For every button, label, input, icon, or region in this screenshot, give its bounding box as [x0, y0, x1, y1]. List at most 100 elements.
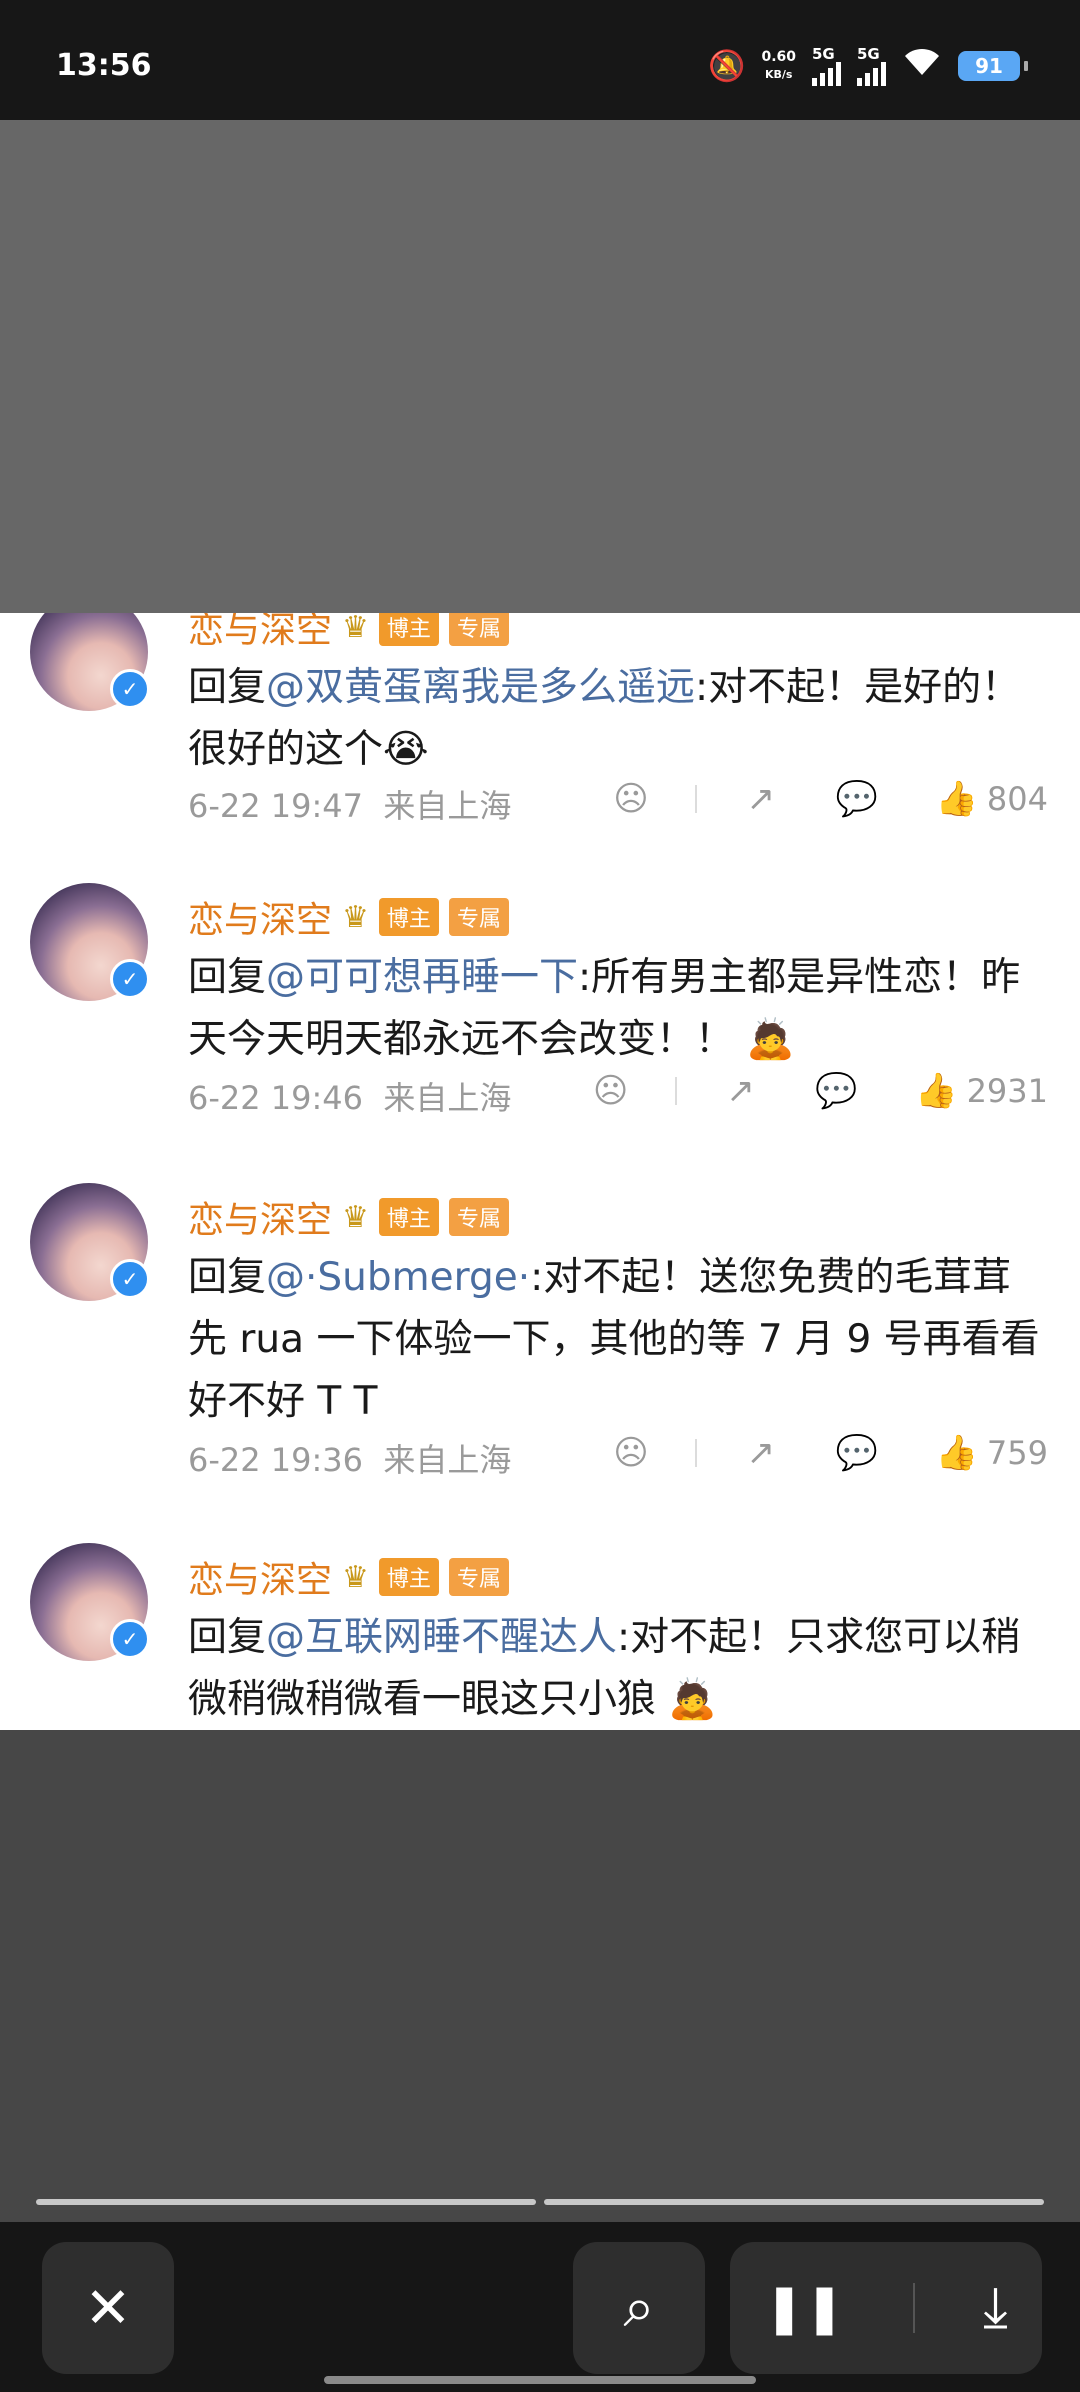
pause-icon[interactable]: ❚❚	[764, 2280, 844, 2336]
scan-button[interactable]: ⌕	[573, 2242, 705, 2374]
like-count: 759	[986, 1434, 1048, 1472]
comment-header: 恋与深空 ♛ 博主 专属	[188, 1191, 509, 1243]
download-icon[interactable]: ⤓	[983, 2275, 1008, 2341]
scan-icon: ⌕	[623, 2275, 655, 2340]
comment-icon[interactable]: 💬	[807, 1071, 867, 1111]
divider	[912, 2283, 915, 2333]
divider	[694, 1439, 697, 1467]
share-icon[interactable]: ↗	[731, 779, 791, 819]
home-indicator[interactable]	[324, 2376, 756, 2384]
comment-meta: 6-22 19:46 来自上海	[188, 1073, 511, 1119]
username[interactable]: 恋与深空	[188, 891, 332, 943]
avatar[interactable]: ✓	[30, 883, 150, 1001]
mention-link[interactable]: @可可想再睡一下	[266, 955, 578, 1000]
signal-bars-icon	[812, 62, 841, 86]
comment-location: 来自上海	[383, 1441, 512, 1479]
comment-actions: ☹ ↗ 💬 👍 2931	[581, 1071, 1048, 1111]
like-icon[interactable]: 👍	[927, 779, 987, 819]
network-speed: 0.60 KB/s	[761, 48, 796, 84]
signal-1: 5G	[812, 46, 841, 86]
reply-prefix: 回复	[188, 955, 267, 1000]
verified-icon: ✓	[110, 1259, 150, 1299]
exclusive-badge: 专属	[448, 1558, 509, 1596]
username[interactable]: 恋与深空	[188, 613, 332, 653]
dislike-icon[interactable]: ☹	[601, 1433, 661, 1473]
username[interactable]: 恋与深空	[188, 1551, 332, 1603]
comment-location: 来自上海	[383, 787, 512, 825]
network-speed-unit: KB/s	[764, 68, 793, 81]
comment-meta: 6-22 19:47 来自上海	[188, 781, 511, 827]
like-count: 2931	[966, 1072, 1048, 1110]
like-icon[interactable]: 👍	[927, 1433, 987, 1473]
verified-icon: ✓	[110, 669, 150, 709]
comment-text: 回复@互联网睡不醒达人:对不起！只求您可以稍微稍微稍微看一眼这只小狼 🙇	[188, 1607, 1048, 1730]
wifi-icon	[902, 46, 942, 86]
comment-date: 6-22 19:46	[188, 1079, 364, 1117]
close-icon: ✕	[84, 2275, 132, 2341]
comment-actions: ☹ ↗ 💬 👍 759	[601, 1433, 1048, 1473]
page-indicator-1[interactable]	[36, 2199, 536, 2205]
blogger-badge: 博主	[378, 613, 439, 646]
blogger-badge: 博主	[378, 1558, 439, 1596]
network-speed-value: 0.60	[761, 49, 796, 65]
exclusive-badge: 专属	[448, 613, 509, 646]
signal-2-label: 5G	[857, 45, 880, 63]
comment-header: 恋与深空 ♛ 博主 专属	[188, 1551, 509, 1603]
battery-indicator: 91	[958, 51, 1028, 81]
reply-prefix: 回复	[188, 665, 267, 710]
status-time: 13:56	[56, 48, 152, 83]
signal-1-label: 5G	[812, 45, 835, 63]
comments-screenshot: ✓ 恋与深空 ♛ 博主 专属 回复@双黄蛋离我是多么遥远:对不起！是好的！很好的…	[0, 613, 1080, 1730]
bottom-toolbar: ✕ ⌕ ❚❚ ⤓	[0, 2222, 1080, 2392]
share-icon[interactable]: ↗	[731, 1433, 791, 1473]
dislike-icon[interactable]: ☹	[581, 1071, 641, 1111]
comment-icon[interactable]: 💬	[827, 779, 887, 819]
comment-meta: 6-22 19:36 来自上海	[188, 1435, 511, 1481]
mention-link[interactable]: @双黄蛋离我是多么遥远	[266, 665, 695, 710]
share-icon[interactable]: ↗	[711, 1071, 771, 1111]
comment-location: 来自上海	[383, 1079, 512, 1117]
divider	[694, 785, 697, 813]
comment-text: 回复@可可想再睡一下:所有男主都是异性恋！昨天今天明天都永远不会改变！！ 🙇	[188, 947, 1048, 1071]
username[interactable]: 恋与深空	[188, 1191, 332, 1243]
crown-icon: ♛	[342, 613, 369, 645]
comment-icon[interactable]: 💬	[827, 1433, 887, 1473]
reply-prefix: 回复	[188, 1615, 267, 1660]
like-icon[interactable]: 👍	[907, 1071, 967, 1111]
divider	[674, 1077, 677, 1105]
close-button[interactable]: ✕	[42, 2242, 174, 2374]
status-bar: 13:56 🔕 0.60 KB/s 5G 5G 91	[0, 0, 1080, 120]
image-preview-area-lower[interactable]	[0, 1730, 1080, 2222]
mute-bell-icon: 🔕	[708, 48, 746, 84]
exclusive-badge: 专属	[448, 898, 509, 936]
dislike-icon[interactable]: ☹	[601, 779, 661, 819]
comment-actions: ☹ ↗ 💬 👍 804	[601, 779, 1048, 819]
avatar[interactable]: ✓	[30, 613, 150, 711]
status-icons: 🔕 0.60 KB/s 5G 5G 91	[708, 40, 1028, 92]
avatar[interactable]: ✓	[30, 1543, 150, 1661]
reply-prefix: 回复	[188, 1255, 267, 1300]
exclusive-badge: 专属	[448, 1198, 509, 1236]
blogger-badge: 博主	[378, 898, 439, 936]
verified-icon: ✓	[110, 1619, 150, 1659]
page-indicator-2[interactable]	[544, 2199, 1044, 2205]
signal-2: 5G	[857, 46, 886, 86]
crown-icon: ♛	[342, 1199, 369, 1235]
avatar[interactable]: ✓	[30, 1183, 150, 1301]
comment-text: 回复@双黄蛋离我是多么遥远:对不起！是好的！很好的这个😭	[188, 657, 1048, 781]
comment-header: 恋与深空 ♛ 博主 专属	[188, 613, 509, 653]
like-count: 804	[986, 780, 1048, 818]
image-preview-area[interactable]	[0, 120, 1080, 613]
crown-icon: ♛	[342, 1559, 369, 1595]
comment-header: 恋与深空 ♛ 博主 专属	[188, 891, 509, 943]
blogger-badge: 博主	[378, 1198, 439, 1236]
signal-bars-icon	[857, 62, 886, 86]
mention-link[interactable]: @·Submerge·	[266, 1255, 530, 1300]
comment-text: 回复@·Submerge·:对不起！送您免费的毛茸茸先 rua 一下体验一下，其…	[188, 1247, 1048, 1433]
verified-icon: ✓	[110, 959, 150, 999]
media-controls: ❚❚ ⤓	[730, 2242, 1042, 2374]
comment-date: 6-22 19:47	[188, 787, 364, 825]
crown-icon: ♛	[342, 899, 369, 935]
mention-link[interactable]: @互联网睡不醒达人	[266, 1615, 617, 1660]
comment-date: 6-22 19:36	[188, 1441, 364, 1479]
